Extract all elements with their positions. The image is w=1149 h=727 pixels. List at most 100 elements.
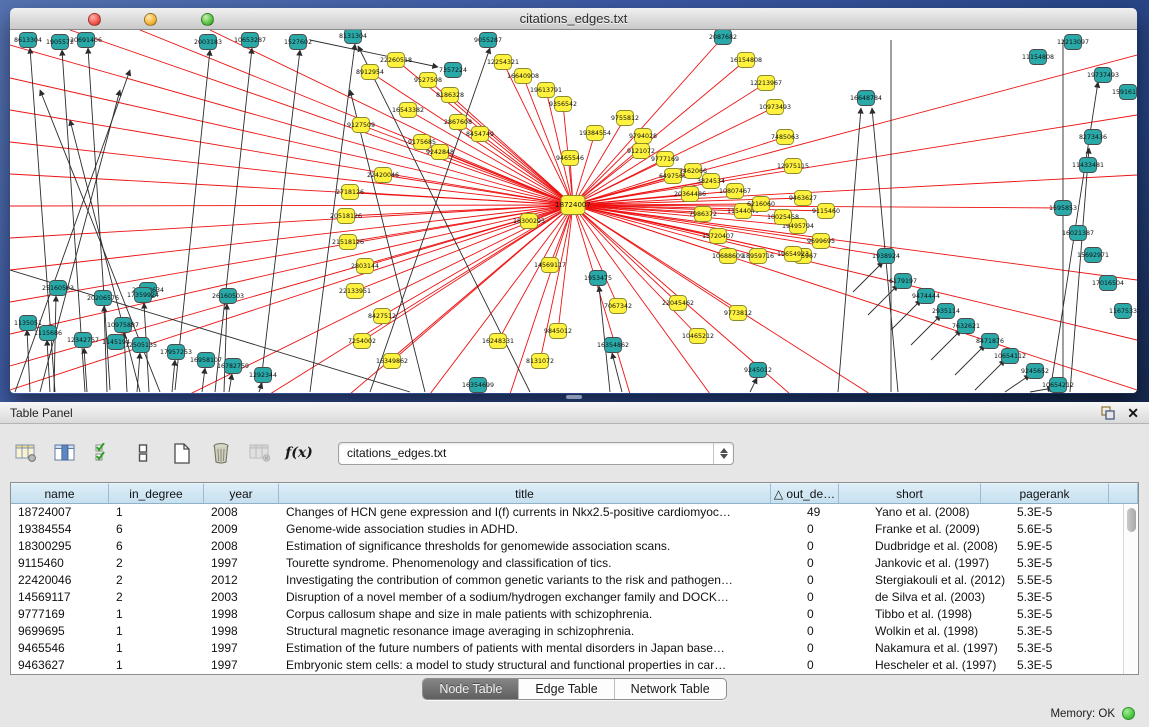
cell-pagerank: 5.3E-5 <box>1010 640 1138 657</box>
cell-out_degree: 0 <box>800 538 868 555</box>
table-settings-icon[interactable] <box>14 441 38 465</box>
svg-text:12254321: 12254321 <box>487 59 519 66</box>
svg-text:10973493: 10973493 <box>759 104 791 111</box>
column-header-short[interactable]: short <box>839 483 981 503</box>
table-toolbar: f(x) citations_edges.txt <box>14 436 734 470</box>
cell-short: Yano et al. (2008) <box>868 504 1010 521</box>
table-row[interactable]: 977716911998Corpus callosum shape and si… <box>11 606 1138 623</box>
table-row[interactable]: 969969511998Structural magnetic resonanc… <box>11 623 1138 640</box>
cytoscape-desktop: citations_edges.txt 86133041905572206914… <box>0 0 1149 402</box>
column-header-name[interactable]: name <box>11 483 109 503</box>
table-row[interactable]: 911546021997Tourette syndrome. Phenomeno… <box>11 555 1138 572</box>
cell-name: 22420046 <box>11 572 109 589</box>
table-panel-title: Table Panel <box>10 406 73 420</box>
column-header-in_degree[interactable]: in_degree <box>109 483 204 503</box>
cell-short: Wolkin et al. (1998) <box>868 623 1010 640</box>
row-height-icon[interactable] <box>131 441 155 465</box>
import-table-icon[interactable] <box>248 441 272 465</box>
svg-text:20206576: 20206576 <box>87 295 119 302</box>
table-vertical-scrollbar[interactable] <box>1123 504 1138 674</box>
network-canvas[interactable]: 8613304190557220691406200318310653287152… <box>10 30 1137 393</box>
cell-in_degree: 2 <box>109 555 204 572</box>
float-panel-icon[interactable] <box>1101 406 1115 420</box>
cell-out_degree: 0 <box>800 521 868 538</box>
cell-pagerank: 5.5E-5 <box>1010 572 1138 589</box>
delete-table-icon[interactable] <box>209 441 233 465</box>
cell-name: 18300295 <box>11 538 109 555</box>
cell-year: 1997 <box>204 555 279 572</box>
scrollbar-thumb[interactable] <box>1127 508 1136 532</box>
cell-title: Estimation of the future numbers of pati… <box>279 640 800 657</box>
cell-title: Corpus callosum shape and size in male p… <box>279 606 800 623</box>
svg-text:9773812: 9773812 <box>724 310 752 317</box>
svg-text:9115460: 9115460 <box>812 208 840 215</box>
svg-text:20691406: 20691406 <box>70 37 102 44</box>
show-columns-icon[interactable] <box>53 441 77 465</box>
column-header-year[interactable]: year <box>204 483 279 503</box>
cell-name: 9115460 <box>11 555 109 572</box>
svg-text:16354862: 16354862 <box>597 342 629 349</box>
table-row[interactable]: 1872400712008Changes of HCN gene express… <box>11 504 1138 521</box>
cell-out_degree: 0 <box>800 640 868 657</box>
svg-text:16021387: 16021387 <box>1062 230 1094 237</box>
svg-text:8186328: 8186328 <box>436 92 464 99</box>
cell-out_degree: 0 <box>800 555 868 572</box>
cell-year: 1998 <box>204 623 279 640</box>
cell-short: Stergiakouli et al. (2012) <box>868 572 1010 589</box>
cell-short: Jankovic et al. (1997) <box>868 555 1010 572</box>
cell-in_degree: 1 <box>109 640 204 657</box>
svg-text:2803144: 2803144 <box>351 263 379 270</box>
close-panel-icon[interactable]: ✕ <box>1127 406 1139 420</box>
svg-text:11433481: 11433481 <box>1072 162 1104 169</box>
select-attributes-icon[interactable] <box>92 441 116 465</box>
cell-short: Tibbo et al. (1998) <box>868 606 1010 623</box>
tab-edge-table[interactable]: Edge Table <box>518 679 613 699</box>
svg-text:18959716: 18959716 <box>742 253 774 260</box>
svg-text:2087682: 2087682 <box>709 34 737 41</box>
svg-text:26160503: 26160503 <box>212 293 244 300</box>
column-header-pagerank[interactable]: pagerank <box>981 483 1109 503</box>
svg-text:8613304: 8613304 <box>14 37 42 44</box>
tab-node-table[interactable]: Node Table <box>423 679 518 699</box>
svg-text:20364486: 20364486 <box>674 191 706 198</box>
column-header-filler <box>1109 483 1138 503</box>
table-row[interactable]: 1938455462009Genome-wide association stu… <box>11 521 1138 538</box>
table-row[interactable]: 2242004622012Investigating the contribut… <box>11 572 1138 589</box>
table-row[interactable]: 946362711997Embryonic stem cells: a mode… <box>11 657 1138 674</box>
window-titlebar[interactable]: citations_edges.txt <box>10 8 1137 30</box>
svg-text:11154808: 11154808 <box>1022 54 1054 61</box>
table-panel: Table Panel ✕ <box>0 402 1149 727</box>
cell-in_degree: 1 <box>109 504 204 521</box>
split-pane-grip[interactable] <box>566 395 582 399</box>
svg-text:9356542: 9356542 <box>549 101 577 108</box>
svg-text:7067342: 7067342 <box>604 303 632 310</box>
svg-text:1115686: 1115686 <box>34 330 62 337</box>
cell-title: Estimation of significance thresholds fo… <box>279 538 800 555</box>
cell-in_degree: 2 <box>109 572 204 589</box>
table-selector-dropdown[interactable]: citations_edges.txt <box>338 442 734 465</box>
cell-pagerank: 5.3E-5 <box>1010 504 1138 521</box>
svg-text:8912954: 8912954 <box>356 69 384 76</box>
function-builder-icon[interactable]: f(x) <box>287 441 311 465</box>
table-row[interactable]: 1830029562008Estimation of significance … <box>11 538 1138 555</box>
column-header-title[interactable]: title <box>279 483 771 503</box>
cell-out_degree: 0 <box>800 589 868 606</box>
svg-text:8273436: 8273436 <box>1079 134 1107 141</box>
svg-text:10807467: 10807467 <box>719 188 751 195</box>
status-bar: Memory: OK <box>1050 707 1135 720</box>
svg-text:22045462: 22045462 <box>662 300 694 307</box>
new-table-icon[interactable] <box>170 441 194 465</box>
svg-text:2867608: 2867608 <box>444 119 472 126</box>
cell-title: Investigating the contribution of common… <box>279 572 800 589</box>
cell-short: Franke et al. (2009) <box>868 521 1010 538</box>
table-body: 1872400712008Changes of HCN gene express… <box>11 504 1138 674</box>
table-row[interactable]: 946554611997Estimation of the future num… <box>11 640 1138 657</box>
table-row[interactable]: 1456911722003Disruption of a novel membe… <box>11 589 1138 606</box>
table-panel-header: Table Panel ✕ <box>0 402 1149 424</box>
tab-network-table[interactable]: Network Table <box>614 679 726 699</box>
svg-text:1167533: 1167533 <box>1109 308 1137 315</box>
memory-status-icon <box>1122 707 1135 720</box>
column-header-out_degree[interactable]: △ out_de… <box>771 483 839 503</box>
svg-text:2935114: 2935114 <box>932 308 960 315</box>
svg-text:9121072: 9121072 <box>627 148 655 155</box>
